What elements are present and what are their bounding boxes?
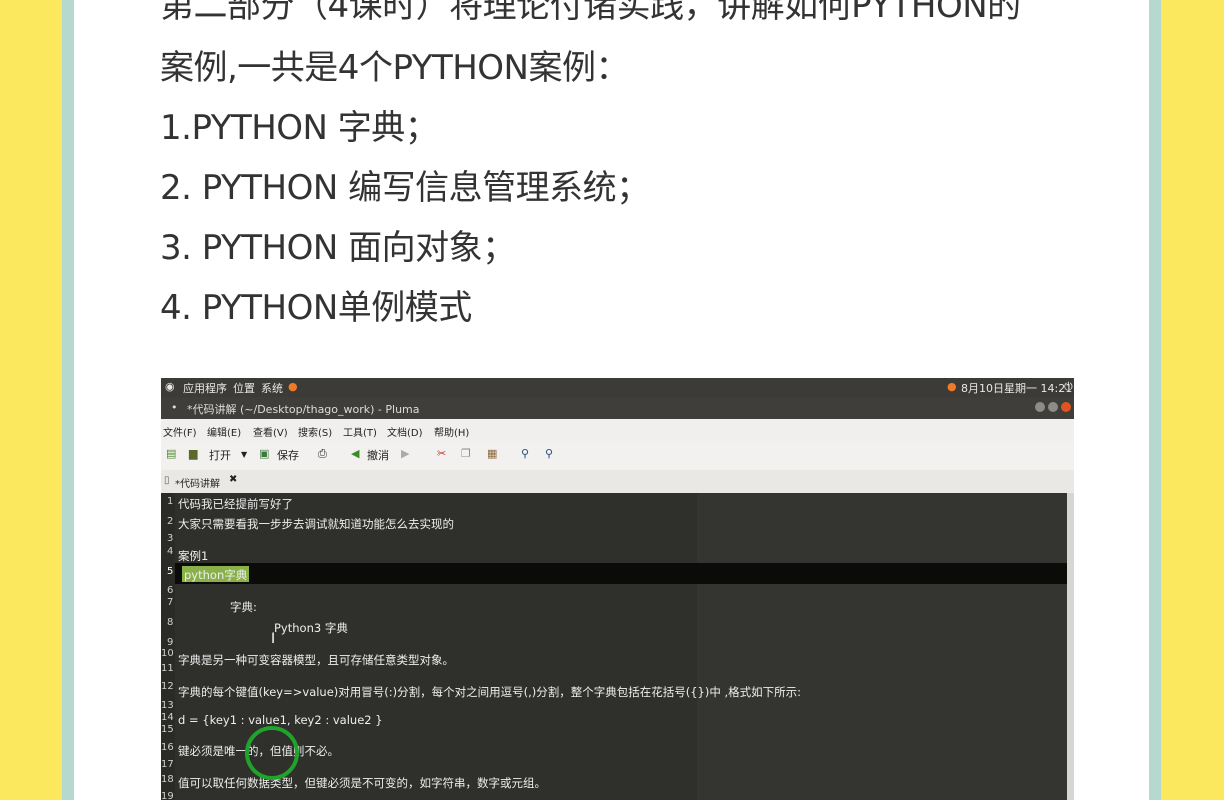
click-indicator-circle — [245, 726, 299, 780]
search-icon[interactable]: ⚲ — [521, 447, 529, 460]
menu-places[interactable]: 位置 — [233, 380, 255, 396]
search-replace-icon[interactable]: ⚲ — [545, 447, 553, 460]
article-line-3: 1.PYTHON 字典； — [160, 108, 439, 148]
copy-icon[interactable]: ❐ — [461, 447, 471, 460]
left-frame-border — [62, 0, 74, 800]
article-line-4: 2. PYTHON 编写信息管理系统； — [160, 168, 650, 208]
tab-label[interactable]: *代码讲解 — [175, 475, 220, 490]
desktop-top-panel: ◉ 应用程序 位置 系统 ● ● 8月10日星期一 14:21 ⏻ — [161, 378, 1074, 397]
minimize-button[interactable] — [1035, 402, 1045, 412]
menu-bar: 文件(F) 编辑(E) 查看(V) 搜索(S) 工具(T) 文档(D) 帮助(H… — [161, 419, 1074, 441]
code-line: 案例1 — [178, 549, 209, 563]
code-line: 字典的每个键值(key=>value)对用冒号(:)分割，每个对之间用逗号(,)… — [178, 685, 802, 699]
code-editor[interactable]: 1 2 3 4 5 6 7 8 9 10 11 12 13 14 15 16 1… — [161, 493, 1067, 800]
power-icon[interactable]: ⏻ — [1064, 380, 1073, 394]
maximize-button[interactable] — [1048, 402, 1058, 412]
firefox-icon[interactable]: ● — [288, 380, 298, 393]
paste-icon[interactable]: ▦ — [487, 447, 497, 460]
article-line-6: 4. PYTHON单例模式 — [160, 288, 472, 328]
document-tabs: ▯ *代码讲解 ✖ — [161, 470, 1074, 494]
clock[interactable]: 8月10日星期一 14:21 — [961, 380, 1072, 396]
undo-icon[interactable]: ◀ — [351, 447, 359, 460]
line-number: 1 — [167, 496, 174, 507]
ubuntu-logo-icon[interactable]: ◉ — [165, 380, 175, 393]
article-line-5: 3. PYTHON 面向对象； — [160, 228, 516, 268]
menu-search[interactable]: 搜索(S) — [298, 424, 332, 439]
window-titlebar: • *代码讲解 (~/Desktop/thago_work) - Pluma — [161, 397, 1074, 419]
redo-icon[interactable]: ▶ — [401, 447, 409, 460]
open-button[interactable]: 打开 — [209, 447, 231, 463]
window-menu-icon[interactable]: • — [171, 401, 178, 414]
window-title: *代码讲解 (~/Desktop/thago_work) - Pluma — [187, 403, 420, 416]
line-number: 2 — [167, 516, 174, 527]
line-number: 10 — [161, 648, 174, 659]
line-number: 17 — [161, 759, 174, 770]
document-icon: ▯ — [164, 475, 170, 486]
line-number: 5 — [167, 566, 174, 577]
code-line: 大家只需要看我一步步去调试就知道功能怎么去实现的 — [178, 517, 454, 531]
line-number: 16 — [161, 742, 174, 753]
cut-icon[interactable]: ✂ — [437, 447, 446, 460]
line-number: 18 — [161, 774, 174, 785]
code-line-selected: python字典 — [184, 568, 248, 582]
line-number: 9 — [167, 637, 174, 648]
line-number: 15 — [161, 724, 174, 735]
close-button[interactable] — [1061, 402, 1071, 412]
line-number: 3 — [167, 533, 174, 544]
line-number: 13 — [161, 700, 174, 711]
line-number: 6 — [167, 585, 174, 596]
weather-icon: ● — [947, 380, 957, 393]
current-line-highlight — [175, 563, 1067, 584]
menu-help[interactable]: 帮助(H) — [434, 424, 469, 439]
menu-documents[interactable]: 文档(D) — [387, 424, 423, 439]
print-icon[interactable]: ⎙ — [318, 447, 327, 461]
line-number: 12 — [161, 681, 174, 692]
code-line: 字典是另一种可变容器模型，且可存储任意类型对象。 — [178, 653, 454, 667]
line-number: 14 — [161, 712, 174, 723]
right-frame-border — [1149, 0, 1161, 800]
code-line: 值可以取任何数据类型，但键必须是不可变的，如字符串，数字或元组。 — [178, 776, 546, 790]
line-number: 7 — [167, 597, 174, 608]
new-file-icon[interactable]: ▤ — [166, 447, 176, 460]
menu-applications[interactable]: 应用程序 — [183, 380, 227, 396]
save-button[interactable]: 保存 — [277, 447, 299, 463]
undo-button[interactable]: 撤消 — [367, 447, 389, 463]
vertical-scrollbar[interactable] — [1067, 493, 1074, 800]
open-icon[interactable]: ▆ — [189, 447, 197, 460]
line-number: 11 — [161, 663, 174, 674]
code-line: 代码我已经提前写好了 — [178, 497, 293, 511]
code-line: Python3 字典 — [274, 621, 348, 635]
content-card: 第二部分（4课时）将理论付诸实践，讲解如何PYTHON的 案例,一共是4个PYT… — [74, 0, 1149, 800]
save-icon[interactable]: ▣ — [259, 447, 269, 460]
text-cursor-icon: I — [271, 631, 276, 647]
menu-tools[interactable]: 工具(T) — [343, 424, 377, 439]
line-number: 4 — [167, 546, 174, 557]
article-line-1: 第二部分（4课时）将理论付诸实践，讲解如何PYTHON的 — [160, 0, 1021, 26]
tab-close-icon[interactable]: ✖ — [229, 474, 237, 485]
toolbar: ▤ ▆ 打开 ▼ ▣ 保存 ⎙ ◀ 撤消 ▶ ✂ ❐ ▦ ⚲ ⚲ — [161, 441, 1074, 471]
menu-file[interactable]: 文件(F) — [163, 424, 197, 439]
menu-view[interactable]: 查看(V) — [253, 424, 288, 439]
editor-margin-area — [697, 493, 1067, 800]
article-line-2: 案例,一共是4个PYTHON案例： — [160, 48, 630, 88]
editor-screenshot: ◉ 应用程序 位置 系统 ● ● 8月10日星期一 14:21 ⏻ • *代码讲… — [161, 378, 1074, 800]
menu-edit[interactable]: 编辑(E) — [207, 424, 241, 439]
line-number: 19 — [161, 791, 174, 800]
menu-system[interactable]: 系统 — [261, 380, 283, 396]
line-number: 8 — [167, 617, 174, 628]
open-dropdown-icon[interactable]: ▼ — [241, 450, 247, 459]
code-line: 字典: — [230, 600, 257, 614]
code-line: d = {key1 : value1, key2 : value2 } — [178, 713, 383, 727]
